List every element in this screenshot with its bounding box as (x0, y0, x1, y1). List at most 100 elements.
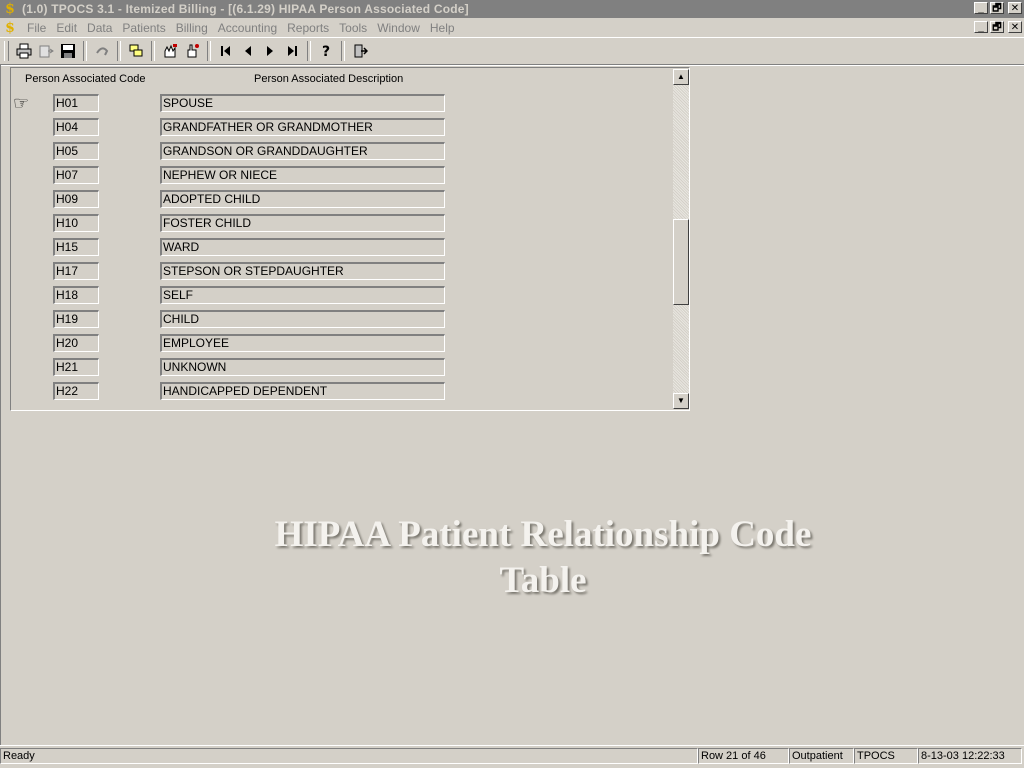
scroll-thumb[interactable] (673, 219, 689, 305)
table-row[interactable]: H17 STEPSON OR STEPDAUGHTER (11, 262, 671, 282)
table-row[interactable]: H20 EMPLOYEE (11, 334, 671, 354)
menu-help[interactable]: Help (425, 21, 460, 35)
table-row[interactable]: ☞ H01 SPOUSE (11, 94, 671, 114)
menu-patients[interactable]: Patients (117, 21, 170, 35)
svg-text:?: ? (322, 44, 330, 59)
table-row[interactable]: H04 GRANDFATHER OR GRANDMOTHER (11, 118, 671, 138)
menu-billing[interactable]: Billing (171, 21, 213, 35)
last-record-icon[interactable] (281, 40, 303, 62)
menu-window[interactable]: Window (372, 21, 425, 35)
title-bar: $ (1.0) TPOCS 3.1 - Itemized Billing - [… (0, 0, 1024, 18)
menu-reports[interactable]: Reports (282, 21, 334, 35)
description-cell[interactable]: SPOUSE (160, 94, 445, 112)
code-cell[interactable]: H10 (53, 214, 99, 232)
doc-close-button[interactable]: ✕ (1008, 21, 1022, 33)
toolbar-separator (307, 41, 311, 61)
description-cell[interactable]: GRANDSON OR GRANDDAUGHTER (160, 142, 445, 160)
caption-line-1: HIPAA Patient Relationship Code (274, 514, 812, 555)
menu-data[interactable]: Data (82, 21, 117, 35)
close-button[interactable]: ✕ (1008, 2, 1022, 14)
window-frame-edge (0, 65, 1, 745)
first-record-icon[interactable] (215, 40, 237, 62)
description-cell[interactable]: UNKNOWN (160, 358, 445, 376)
table-row[interactable]: H09 ADOPTED CHILD (11, 190, 671, 210)
description-cell[interactable]: FOSTER CHILD (160, 214, 445, 232)
document-icon[interactable]: $ (2, 20, 18, 36)
code-cell[interactable]: H15 (53, 238, 99, 256)
doc-minimize-button[interactable]: _ (974, 21, 988, 33)
column-header-code: Person Associated Code (25, 73, 146, 85)
print-preview-icon[interactable] (35, 40, 57, 62)
description-cell[interactable]: EMPLOYEE (160, 334, 445, 352)
exit-icon[interactable] (349, 40, 371, 62)
copy-records-icon[interactable] (125, 40, 147, 62)
menu-file[interactable]: File (22, 21, 51, 35)
scroll-down-button[interactable]: ▼ (673, 393, 689, 409)
description-cell[interactable]: GRANDFATHER OR GRANDMOTHER (160, 118, 445, 136)
table-row[interactable]: H10 FOSTER CHILD (11, 214, 671, 234)
toolbar-separator (207, 41, 211, 61)
window-controls: _ 🗗 ✕ (974, 2, 1022, 14)
code-cell[interactable]: H21 (53, 358, 99, 376)
code-cell[interactable]: H09 (53, 190, 99, 208)
doc-restore-button[interactable]: 🗗 (990, 21, 1004, 33)
toolbar-separator (341, 41, 345, 61)
table-row[interactable]: H07 NEPHEW OR NIECE (11, 166, 671, 186)
next-record-icon[interactable] (259, 40, 281, 62)
person-associated-code-grid: Person Associated Code Person Associated… (10, 67, 690, 411)
description-cell[interactable]: ADOPTED CHILD (160, 190, 445, 208)
current-row-pointer-icon: ☞ (13, 93, 30, 113)
toolbar-separator (83, 41, 87, 61)
menu-tools[interactable]: Tools (334, 21, 372, 35)
menu-edit[interactable]: Edit (51, 21, 82, 35)
toolbar: ? (0, 38, 1024, 65)
table-row[interactable]: H05 GRANDSON OR GRANDDAUGHTER (11, 142, 671, 162)
description-cell[interactable]: SELF (160, 286, 445, 304)
previous-record-icon[interactable] (237, 40, 259, 62)
description-cell[interactable]: CHILD (160, 310, 445, 328)
menu-bar: $ File Edit Data Patients Billing Accoun… (0, 18, 1024, 38)
table-row[interactable]: H19 CHILD (11, 310, 671, 330)
table-row[interactable]: H15 WARD (11, 238, 671, 258)
code-cell[interactable]: H19 (53, 310, 99, 328)
undo-icon[interactable] (91, 40, 113, 62)
code-cell[interactable]: H18 (53, 286, 99, 304)
code-cell[interactable]: H20 (53, 334, 99, 352)
code-cell[interactable]: H05 (53, 142, 99, 160)
code-cell[interactable]: H17 (53, 262, 99, 280)
description-cell[interactable]: STEPSON OR STEPDAUGHTER (160, 262, 445, 280)
status-bar: Ready Row 21 of 46 Outpatient TPOCS 8-13… (0, 745, 1024, 764)
code-cell[interactable]: H07 (53, 166, 99, 184)
column-header-description: Person Associated Description (254, 73, 404, 85)
description-cell[interactable]: WARD (160, 238, 445, 256)
scroll-up-button[interactable]: ▲ (673, 69, 689, 85)
table-row[interactable]: H22 HANDICAPPED DEPENDENT (11, 382, 671, 402)
document-window-controls: _ 🗗 ✕ (974, 21, 1022, 33)
status-mode: Outpatient (789, 748, 854, 764)
minimize-button[interactable]: _ (974, 2, 988, 14)
toolbar-separator (151, 41, 155, 61)
caption-line-2: Table (499, 560, 587, 601)
code-cell[interactable]: H22 (53, 382, 99, 400)
status-row-position: Row 21 of 46 (698, 748, 789, 764)
description-cell[interactable]: HANDICAPPED DEPENDENT (160, 382, 445, 400)
hand-edit-icon[interactable] (159, 40, 181, 62)
menu-accounting[interactable]: Accounting (213, 21, 282, 35)
table-row[interactable]: H18 SELF (11, 286, 671, 306)
status-message: Ready (0, 748, 698, 764)
help-icon[interactable]: ? (315, 40, 337, 62)
code-cell[interactable]: H04 (53, 118, 99, 136)
slide-caption: HIPAA Patient Relationship Code Table (230, 512, 856, 604)
vertical-scrollbar[interactable]: ▲ ▼ (673, 69, 689, 409)
print-icon[interactable] (13, 40, 35, 62)
window-title: (1.0) TPOCS 3.1 - Itemized Billing - [(6… (22, 2, 469, 16)
code-cell[interactable]: H01 (53, 94, 99, 112)
table-row[interactable]: H21 UNKNOWN (11, 358, 671, 378)
restore-button[interactable]: 🗗 (990, 2, 1004, 14)
app-icon: $ (5, 1, 15, 17)
status-datetime: 8-13-03 12:22:33 (918, 748, 1022, 764)
description-cell[interactable]: NEPHEW OR NIECE (160, 166, 445, 184)
save-icon[interactable] (57, 40, 79, 62)
hand-point-icon[interactable] (181, 40, 203, 62)
toolbar-grip[interactable] (4, 41, 9, 61)
